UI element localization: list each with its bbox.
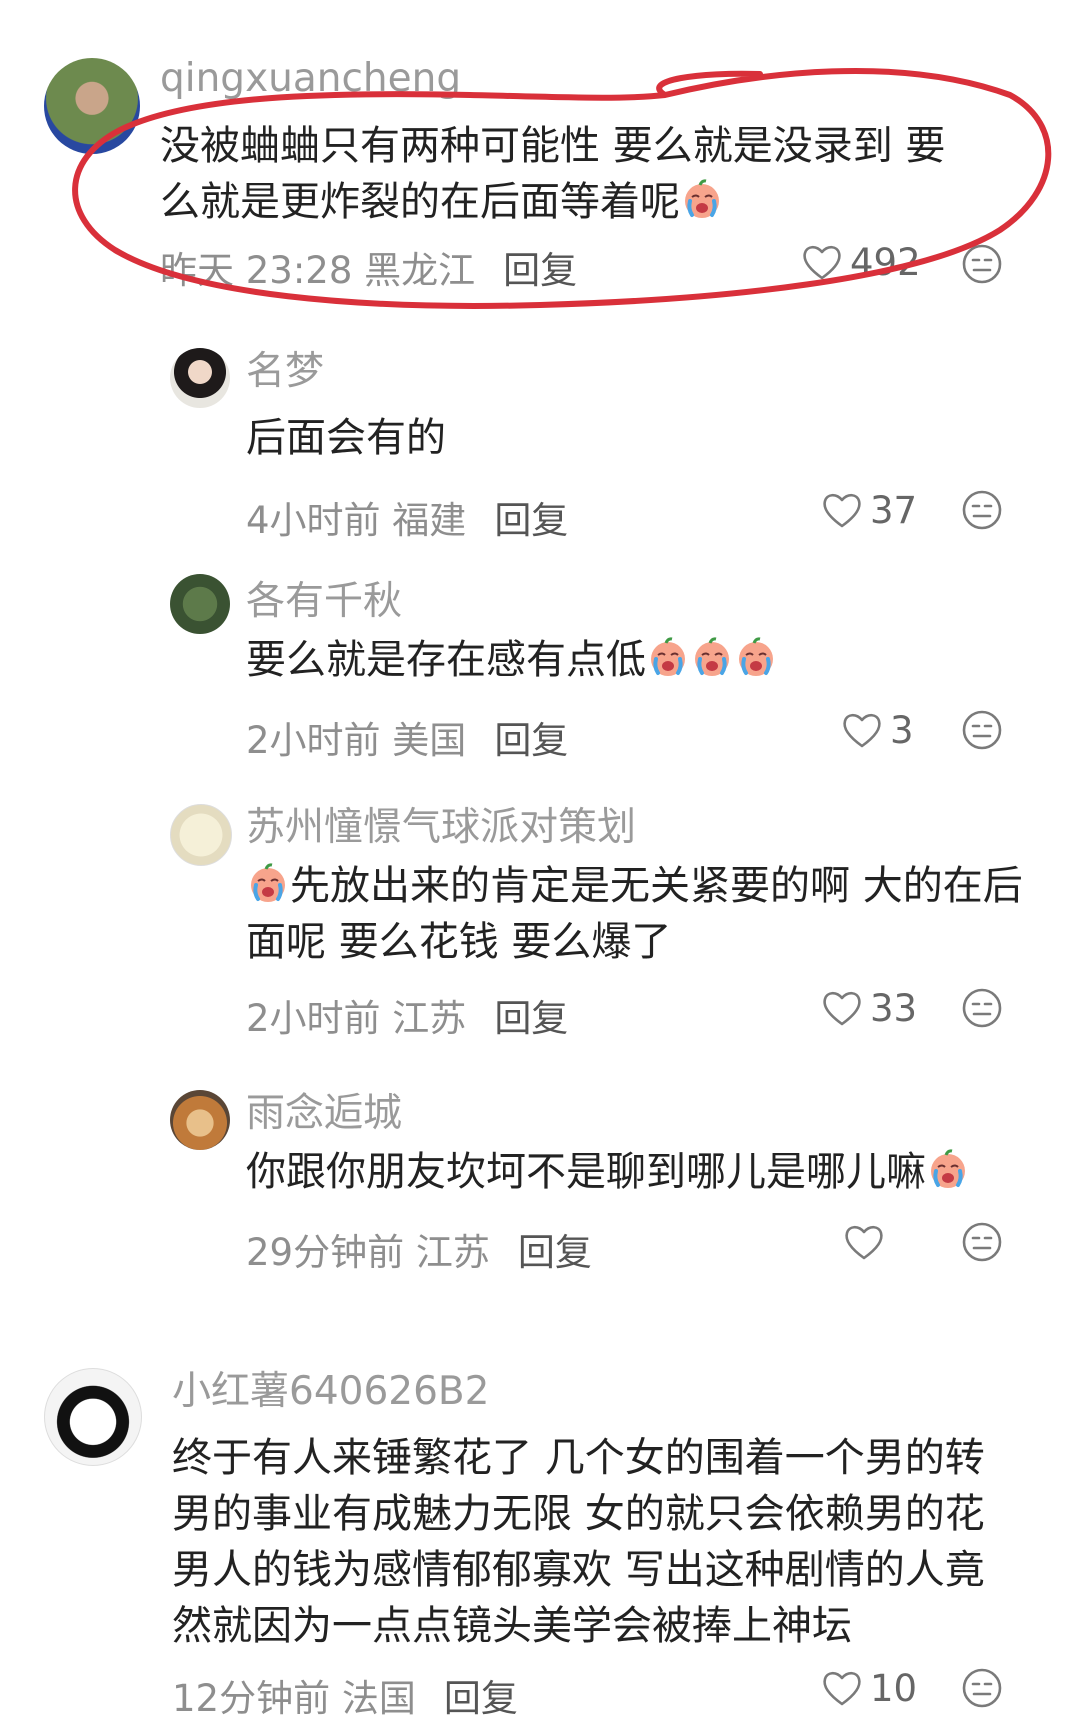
crying-face-emoji: [680, 177, 724, 221]
crying-face-emoji: [926, 1147, 970, 1191]
crying-face-emoji: [690, 635, 734, 679]
avatar[interactable]: [170, 1090, 230, 1150]
like-button[interactable]: 492: [800, 240, 921, 284]
reply-author[interactable]: 苏州憧憬气球派对策划: [246, 796, 636, 852]
dislike-face-icon[interactable]: [960, 1666, 1004, 1710]
dislike-face-icon[interactable]: [960, 708, 1004, 752]
reply-text-content: 要么就是存在感有点低: [246, 637, 646, 683]
comment-author[interactable]: 小红薯640626B2: [172, 1360, 489, 1416]
like-count: 3: [890, 708, 914, 752]
reply-time-location: 2小时前 江苏: [246, 997, 467, 1040]
comment-text: 没被蛐蛐只有两种可能性 要么就是没录到 要么就是更炸裂的在后面等着呢: [160, 118, 960, 230]
reply-text-content: 你跟你朋友坎坷不是聊到哪儿是哪儿嘛: [246, 1149, 926, 1195]
dislike-face-icon[interactable]: [960, 242, 1004, 286]
reply-meta: 4小时前 福建 回复: [246, 490, 568, 544]
reply-time-location: 29分钟前 江苏: [246, 1231, 490, 1274]
dislike-face-icon[interactable]: [960, 986, 1004, 1030]
avatar[interactable]: [44, 1368, 142, 1466]
avatar[interactable]: [170, 804, 232, 866]
comment: 小红薯640626B2 终于有人来锤繁花了 几个女的围着一个男的转 男的事业有成…: [0, 1360, 1080, 1720]
like-button[interactable]: 3: [840, 708, 914, 752]
reply-item: 名梦 后面会有的 4小时前 福建 回复 37: [0, 340, 1080, 542]
heart-outline-icon: [840, 708, 884, 752]
comment-author[interactable]: qingxuancheng: [160, 56, 461, 101]
comment-text: 终于有人来锤繁花了 几个女的围着一个男的转 男的事业有成魅力无限 女的就只会依赖…: [172, 1435, 998, 1649]
heart-outline-icon: [842, 1220, 886, 1264]
reply-text: 后面会有的: [246, 415, 446, 461]
dislike-face-icon[interactable]: [960, 488, 1004, 532]
like-count: 37: [870, 488, 918, 532]
reply-time-location: 2小时前 美国: [246, 719, 467, 762]
like-button[interactable]: 10: [820, 1666, 917, 1710]
heart-outline-icon: [800, 240, 844, 284]
reply-text: 先放出来的肯定是无关紧要的啊 大的在后面呢 要么花钱 要么爆了: [246, 858, 1026, 970]
reply-meta: 29分钟前 江苏 回复: [246, 1222, 592, 1276]
crying-face-emoji: [646, 635, 690, 679]
comment: qingxuancheng 没被蛐蛐只有两种可能性 要么就是没录到 要么就是更炸…: [0, 0, 1080, 300]
avatar[interactable]: [170, 348, 230, 408]
reply-button[interactable]: 回复: [494, 997, 568, 1040]
like-count: 10: [870, 1666, 918, 1710]
heart-outline-icon: [820, 986, 864, 1030]
like-button[interactable]: 33: [820, 986, 917, 1030]
comment-time-location: 昨天 23:28 黑龙江: [160, 249, 476, 292]
reply-button[interactable]: 回复: [503, 249, 577, 292]
like-count: 492: [850, 240, 921, 284]
dislike-face-icon[interactable]: [960, 1220, 1004, 1264]
reply-author[interactable]: 各有千秋: [246, 570, 402, 626]
reply-item: 雨念逅城 你跟你朋友坎坷不是聊到哪儿是哪儿嘛 29分钟前 江苏 回复: [0, 1082, 1080, 1282]
like-count: 33: [870, 986, 918, 1030]
reply-meta: 2小时前 江苏 回复: [246, 988, 568, 1042]
avatar[interactable]: [44, 58, 140, 154]
reply-button[interactable]: 回复: [444, 1677, 518, 1720]
reply-text: 要么就是存在感有点低: [246, 632, 1006, 688]
heart-outline-icon: [820, 1666, 864, 1710]
reply-item: 各有千秋 要么就是存在感有点低 2小时前 美国 回复 3: [0, 570, 1080, 762]
like-button[interactable]: [842, 1220, 892, 1264]
comment-meta: 12分钟前 法国 回复: [172, 1668, 518, 1722]
reply-button[interactable]: 回复: [494, 719, 568, 762]
avatar[interactable]: [170, 574, 230, 634]
reply-text-content: 先放出来的肯定是无关紧要的啊 大的在后面呢 要么花钱 要么爆了: [246, 863, 1023, 965]
reply-meta: 2小时前 美国 回复: [246, 710, 568, 764]
crying-face-emoji: [246, 861, 290, 905]
reply-text: 你跟你朋友坎坷不是聊到哪儿是哪儿嘛: [246, 1144, 1026, 1200]
reply-author[interactable]: 名梦: [246, 340, 324, 396]
crying-face-emoji: [734, 635, 778, 679]
comment-time-location: 12分钟前 法国: [172, 1677, 416, 1720]
reply-item: 苏州憧憬气球派对策划 先放出来的肯定是无关紧要的啊 大的在后面呢 要么花钱 要么…: [0, 796, 1080, 1046]
heart-outline-icon: [820, 488, 864, 532]
reply-author[interactable]: 雨念逅城: [246, 1082, 402, 1138]
comment-text-content: 没被蛐蛐只有两种可能性 要么就是没录到 要么就是更炸裂的在后面等着呢: [160, 123, 946, 225]
comment-meta: 昨天 23:28 黑龙江 回复: [160, 240, 577, 294]
reply-time-location: 4小时前 福建: [246, 499, 467, 542]
reply-button[interactable]: 回复: [518, 1231, 592, 1274]
like-button[interactable]: 37: [820, 488, 917, 532]
reply-button[interactable]: 回复: [494, 499, 568, 542]
